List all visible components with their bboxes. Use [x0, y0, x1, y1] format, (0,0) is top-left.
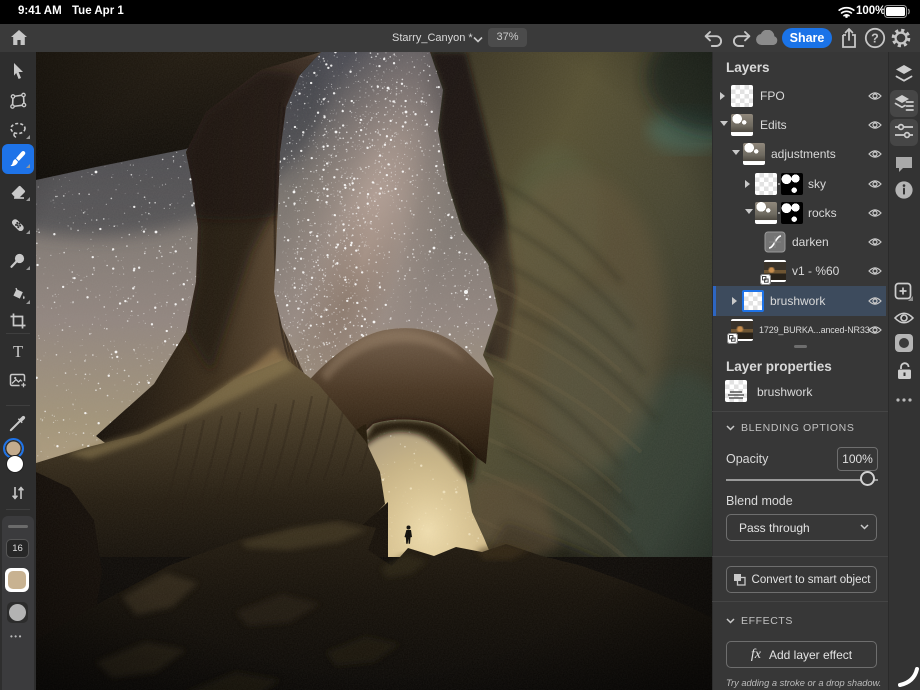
svg-text:?: ? — [871, 31, 879, 45]
svg-text:T: T — [13, 342, 23, 360]
